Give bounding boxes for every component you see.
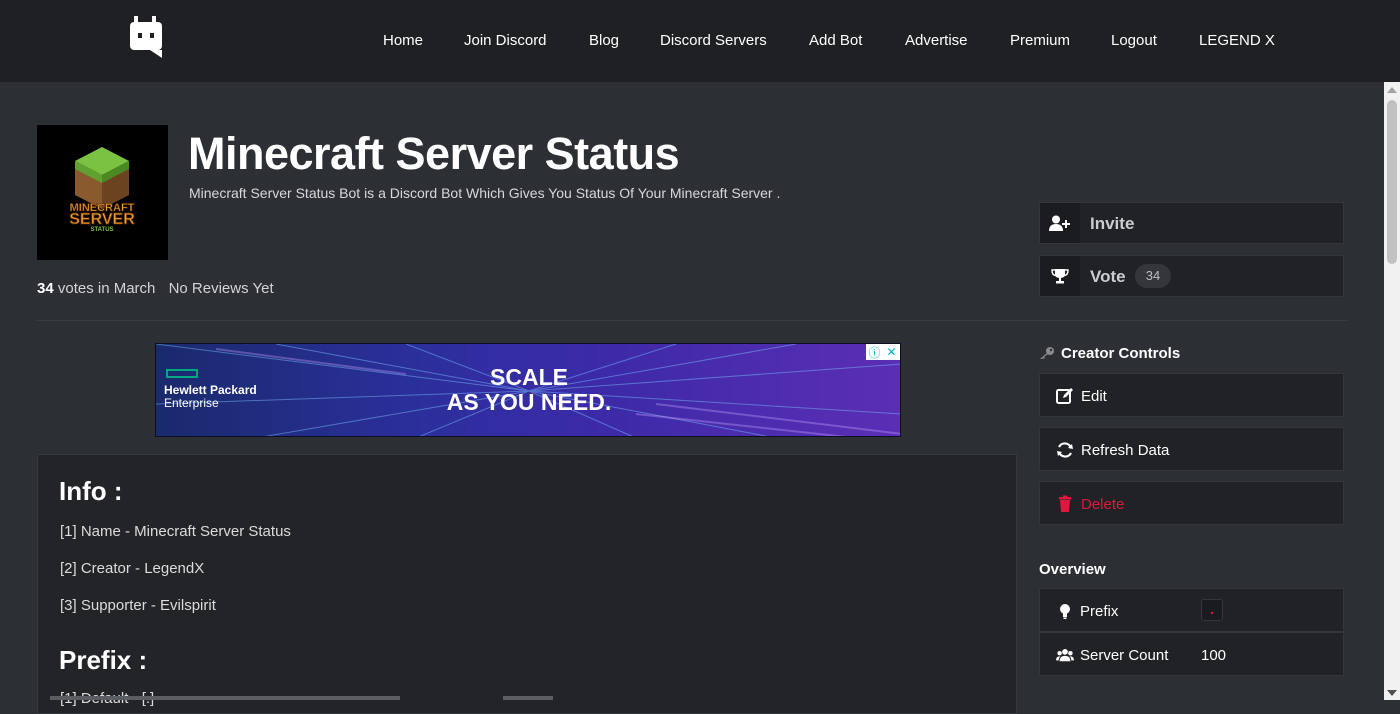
ad-info-icon[interactable]: ⓘ bbox=[866, 344, 883, 360]
bot-description: Minecraft Server Status Bot is a Discord… bbox=[189, 185, 781, 201]
add-user-icon bbox=[1040, 203, 1080, 243]
nav-advertise[interactable]: Advertise bbox=[905, 32, 968, 49]
overview-server-count-row: Server Count 100 bbox=[1039, 632, 1344, 676]
refresh-icon bbox=[1057, 442, 1073, 458]
vote-label: Vote bbox=[1090, 267, 1126, 286]
edit-button[interactable]: Edit bbox=[1039, 373, 1344, 417]
edit-icon bbox=[1056, 388, 1073, 404]
top-navbar: Home Join Discord Blog Discord Servers A… bbox=[0, 0, 1400, 82]
users-icon bbox=[1056, 648, 1074, 662]
creator-controls-heading: Creator Controls bbox=[1039, 345, 1180, 362]
info-line-creator: [2] Creator - LegendX bbox=[60, 560, 205, 577]
info-heading: Info : bbox=[59, 476, 123, 506]
reviews-status: No Reviews Yet bbox=[168, 280, 274, 297]
votes-summary: 34 votes in March No Reviews Yet bbox=[37, 280, 274, 297]
bottom-scroll-indicator-2 bbox=[503, 696, 553, 700]
nav-join-discord[interactable]: Join Discord bbox=[464, 32, 547, 49]
ad-headline-line2: AS YOU NEED. bbox=[446, 389, 612, 415]
header-divider bbox=[37, 320, 1347, 321]
delete-label: Delete bbox=[1081, 496, 1125, 513]
info-line-name: [1] Name - Minecraft Server Status bbox=[60, 523, 291, 540]
refresh-data-label: Refresh Data bbox=[1081, 442, 1170, 459]
nav-logout[interactable]: Logout bbox=[1111, 32, 1157, 49]
ad-controls: ⓘ ✕ bbox=[866, 344, 900, 360]
minecraft-grass-block-icon: MINECRAFT SERVER STATUS bbox=[69, 147, 136, 233]
nav-discord-servers[interactable]: Discord Servers bbox=[660, 32, 767, 49]
avatar-text-status: STATUS bbox=[90, 227, 113, 233]
delete-button[interactable]: Delete bbox=[1039, 481, 1344, 525]
trash-icon bbox=[1059, 495, 1071, 512]
ad-headline: SCALE AS YOU NEED. bbox=[156, 364, 900, 415]
nav-premium[interactable]: Premium bbox=[1010, 32, 1070, 49]
nav-home[interactable]: Home bbox=[383, 32, 423, 49]
trophy-icon bbox=[1040, 256, 1080, 296]
votes-count: 34 bbox=[37, 280, 54, 297]
prefix-heading: Prefix : bbox=[59, 645, 148, 675]
vertical-scrollbar[interactable] bbox=[1384, 82, 1400, 700]
ad-close-icon[interactable]: ✕ bbox=[883, 344, 900, 360]
bottom-scroll-indicator bbox=[50, 696, 400, 700]
nav-blog[interactable]: Blog bbox=[589, 32, 619, 49]
bot-title: Minecraft Server Status bbox=[188, 128, 680, 179]
invite-button[interactable]: Invite bbox=[1039, 202, 1344, 244]
ad-headline-line1: SCALE bbox=[490, 364, 568, 390]
advertisement-banner[interactable]: Hewlett Packard Enterprise SCALE AS YOU … bbox=[155, 343, 901, 437]
overview-prefix-label: Prefix bbox=[1080, 603, 1119, 620]
bot-info-panel: Info : [1] Name - Minecraft Server Statu… bbox=[37, 454, 1017, 714]
scroll-down-arrow-icon[interactable] bbox=[1387, 690, 1397, 696]
server-count-label: Server Count bbox=[1080, 647, 1169, 664]
vote-count-badge: 34 bbox=[1135, 264, 1171, 288]
key-icon bbox=[1040, 347, 1054, 359]
edit-label: Edit bbox=[1081, 388, 1107, 405]
overview-prefix-row: Prefix . bbox=[1039, 588, 1344, 632]
avatar-text-server: SERVER bbox=[69, 211, 135, 228]
server-count-value: 100 bbox=[1201, 647, 1227, 664]
vote-button[interactable]: Vote 34 bbox=[1039, 255, 1344, 297]
scroll-up-arrow-icon[interactable] bbox=[1387, 87, 1397, 93]
lightbulb-icon bbox=[1060, 604, 1070, 619]
nav-user-profile[interactable]: LEGEND X bbox=[1199, 32, 1275, 49]
info-line-supporter: [3] Supporter - Evilspirit bbox=[60, 597, 216, 614]
scrollbar-thumb[interactable] bbox=[1387, 100, 1397, 264]
invite-label: Invite bbox=[1090, 214, 1135, 233]
overview-heading: Overview bbox=[1039, 561, 1106, 578]
nav-add-bot[interactable]: Add Bot bbox=[809, 32, 862, 49]
prefix-value-badge: . bbox=[1201, 599, 1223, 621]
creator-controls-label: Creator Controls bbox=[1061, 345, 1181, 362]
votes-label: votes in March bbox=[57, 280, 156, 297]
refresh-data-button[interactable]: Refresh Data bbox=[1039, 427, 1344, 471]
bot-avatar: MINECRAFT SERVER STATUS bbox=[37, 125, 168, 260]
